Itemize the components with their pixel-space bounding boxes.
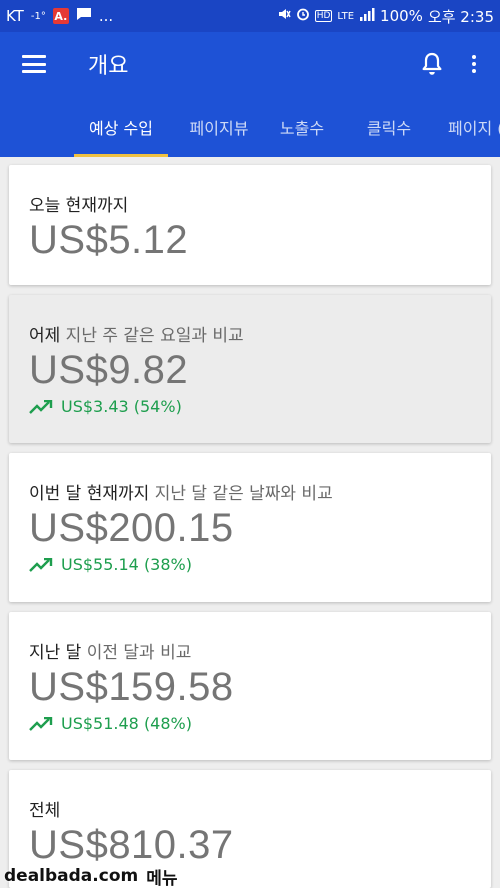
card-title-main: 지난 달 [29,643,82,663]
earnings-delta: US$51.48 (48%) [29,714,471,733]
mute-icon [277,7,291,25]
tab-estimated-earnings[interactable]: 예상 수입 [74,96,168,157]
tab-label: 페이지뷰 [189,118,249,138]
metric-tabs: 예상 수입 페이지뷰 노출수 클릭수 페이지 ( [0,96,500,157]
page-title: 개요 [88,54,129,79]
signal-icon [359,7,375,25]
status-bar: KT -1° A. ... HD LTE 100% 오후 2:35 [0,0,500,32]
card-title-main: 전체 [29,801,61,821]
tab-clicks[interactable]: 클릭수 [352,96,426,157]
menu-icon[interactable] [22,55,46,73]
hd-voice-icon: HD [314,10,333,22]
card-title: 어제 지난 주 같은 요일과 비교 [29,321,471,346]
tab-label: 페이지 ( [448,118,500,138]
alarm-icon [296,7,310,25]
carrier-label: KT [6,7,24,25]
card-title: 이번 달 현재까지 지난 달 같은 날짜와 비교 [29,479,471,504]
card-title-comparison: 이전 달과 비교 [81,643,192,663]
card-title: 전체 [29,796,471,821]
trending-up-icon [29,557,53,572]
watermark-menu: 메뉴 [146,868,178,888]
watermark-site: dealbada.com [4,866,139,886]
app-notification-icon: A. [52,8,69,24]
delta-value: US$3.43 (54%) [61,397,182,416]
earnings-delta: US$3.43 (54%) [29,397,471,416]
card-title: 오늘 현재까지 [29,191,471,216]
earnings-delta: US$55.14 (38%) [29,555,471,574]
battery-label: 100% [380,7,423,25]
earnings-value: US$9.82 [29,348,189,392]
earnings-value: US$810.37 [29,823,234,867]
tab-label: 노출수 [279,118,325,138]
app-bar: 개요 예상 수입 페이지뷰 노출수 클릭수 페이지 ( [0,32,500,157]
tab-impressions[interactable]: 노출수 [266,96,338,157]
earnings-card-this-month[interactable]: 이번 달 현재까지 지난 달 같은 날짜와 비교 US$200.15 US$55… [9,453,491,602]
notifications-bell-icon[interactable] [412,44,452,84]
card-title-main: 어제 [29,326,61,346]
clock-label: 오후 2:35 [427,7,494,26]
delta-value: US$51.48 (48%) [61,714,192,733]
tab-page-rpm[interactable]: 페이지 ( [440,96,500,157]
delta-value: US$55.14 (38%) [61,555,192,574]
earnings-value: US$5.12 [29,218,189,262]
earnings-value: US$159.58 [29,665,234,709]
trending-up-icon [29,399,53,414]
tab-label: 예상 수입 [89,118,153,138]
temperature-label: -1° [30,10,46,22]
card-title-comparison: 지난 달 같은 날짜와 비교 [149,484,333,504]
card-title-main: 이번 달 현재까지 [29,484,150,504]
message-icon [76,7,92,25]
earnings-card-today[interactable]: 오늘 현재까지 US$5.12 [9,165,491,285]
earnings-card-last-month[interactable]: 지난 달 이전 달과 비교 US$159.58 US$51.48 (48%) [9,612,491,760]
network-type-label: LTE [337,10,355,22]
earnings-card-yesterday[interactable]: 어제 지난 주 같은 요일과 비교 US$9.82 US$3.43 (54%) [9,295,491,443]
trending-up-icon [29,716,53,731]
card-title-main: 오늘 현재까지 [29,196,129,216]
card-title: 지난 달 이전 달과 비교 [29,638,471,663]
more-notifications-label: ... [98,7,114,25]
tab-label: 클릭수 [366,118,412,138]
card-title-comparison: 지난 주 같은 요일과 비교 [60,326,244,346]
tab-pageviews[interactable]: 페이지뷰 [172,96,266,157]
watermark: dealbada.com 메뉴 [0,864,178,888]
overflow-menu-icon[interactable] [462,44,486,84]
earnings-value: US$200.15 [29,506,234,550]
active-tab-indicator [74,154,168,157]
